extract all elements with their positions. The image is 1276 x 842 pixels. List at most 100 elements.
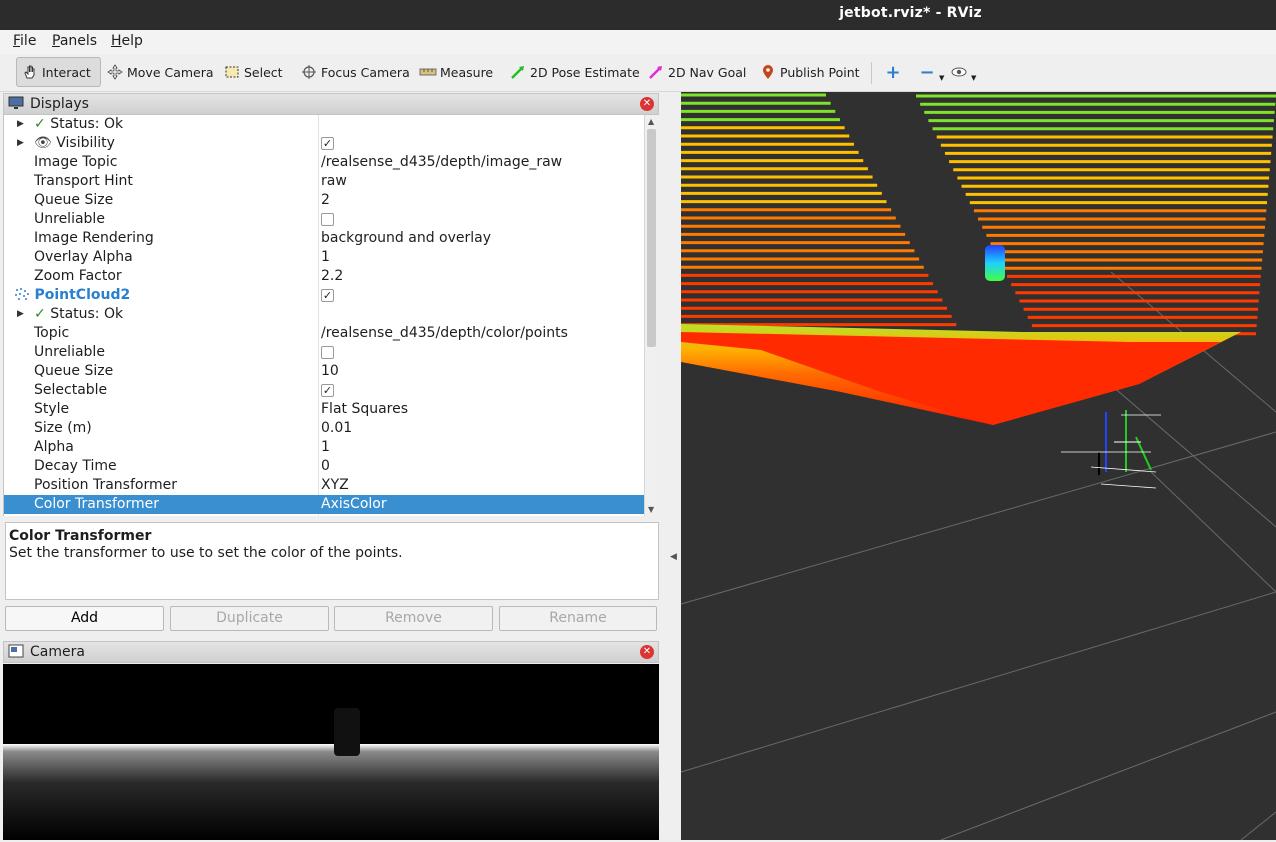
row-value[interactable]: background and overlay <box>321 229 491 248</box>
render-3d-view[interactable] <box>681 92 1276 840</box>
focus-camera-label: Focus Camera <box>321 64 410 80</box>
row-label: Unreliable <box>34 344 105 360</box>
expand-arrow-icon[interactable]: ▶ <box>17 115 24 134</box>
row-label: Unreliable <box>34 211 105 227</box>
displays-scrollbar[interactable]: ▲ ▼ <box>644 115 658 516</box>
collapse-arrow-icon[interactable]: ◀ <box>670 552 677 562</box>
window-titlebar: jetbot.rviz* - RViz <box>0 0 1276 30</box>
tree-row-unreliable[interactable]: Unreliable <box>4 210 644 229</box>
selectable-checkbox[interactable]: ✓ <box>321 384 334 397</box>
row-value[interactable]: Flat Squares <box>321 400 408 419</box>
row-value[interactable]: 2.2 <box>321 267 343 286</box>
tree-row-queue-size[interactable]: Queue Size 2 <box>4 191 644 210</box>
row-value[interactable]: XYZ <box>321 476 349 495</box>
duplicate-button[interactable]: Duplicate <box>170 606 329 631</box>
tree-row-size[interactable]: Size (m) 0.01 <box>4 419 644 438</box>
description-text: Set the transformer to use to set the co… <box>9 545 403 561</box>
tree-row-alpha[interactable]: Alpha 1 <box>4 438 644 457</box>
row-value[interactable]: AxisColor <box>321 495 387 514</box>
camera-panel-title: Camera <box>30 644 85 660</box>
row-value[interactable]: 0.01 <box>321 419 352 438</box>
tree-row-decay-time[interactable]: Decay Time 0 <box>4 457 644 476</box>
tree-row-pointcloud2[interactable]: PointCloud2 ✓ <box>4 286 644 305</box>
focus-camera-tool-button[interactable]: Focus Camera <box>296 57 414 87</box>
selection-box-icon <box>223 63 241 81</box>
measure-tool-button[interactable]: Measure <box>415 57 497 87</box>
row-value[interactable]: raw <box>321 172 347 191</box>
move-camera-tool-button[interactable]: Move Camera <box>102 57 218 87</box>
row-value[interactable]: /realsense_d435/depth/color/points <box>321 324 568 343</box>
panel-splitter[interactable]: ◀ <box>660 92 680 842</box>
chevron-down-icon: ▼ <box>939 74 945 82</box>
tool-toolbar: Interact Move Camera Select Focus Camera… <box>0 54 1276 92</box>
row-value[interactable]: 1 <box>321 438 330 457</box>
rename-button[interactable]: Rename <box>499 606 657 631</box>
menu-file[interactable]: File <box>13 33 36 49</box>
panels-visibility-tool-button[interactable]: ▼ <box>946 57 980 87</box>
displays-panel-header: Displays ✕ <box>3 93 659 115</box>
row-value[interactable]: 0 <box>321 457 330 476</box>
unreliable-checkbox[interactable] <box>321 346 334 359</box>
row-label: Position Transformer <box>34 477 177 493</box>
unreliable-checkbox[interactable] <box>321 213 334 226</box>
scrollbar-thumb[interactable] <box>647 129 656 347</box>
measure-label: Measure <box>440 64 494 80</box>
expand-arrow-icon[interactable]: ▶ <box>17 134 24 153</box>
row-value[interactable]: 2 <box>321 191 330 210</box>
tree-row-position-transformer[interactable]: Position Transformer XYZ <box>4 476 644 495</box>
menu-bar: File Panels Help <box>0 30 1276 54</box>
tree-row-selectable[interactable]: Selectable ✓ <box>4 381 644 400</box>
publish-point-tool-button[interactable]: Publish Point <box>755 57 864 87</box>
property-description: Color Transformer Set the transformer to… <box>5 522 659 600</box>
tree-row-status[interactable]: ▶ ✓ Status: Ok <box>4 305 644 324</box>
tree-row-visibility[interactable]: ▶ 👁 Visibility ✓ <box>4 134 644 153</box>
depth-image <box>3 664 659 840</box>
select-tool-button[interactable]: Select <box>219 57 287 87</box>
tree-row-status[interactable]: ▶ ✓ Status: Ok <box>4 115 644 134</box>
row-label: Topic <box>34 325 70 341</box>
close-icon[interactable]: ✕ <box>640 97 654 111</box>
visibility-checkbox[interactable]: ✓ <box>321 137 334 150</box>
select-label: Select <box>244 64 283 80</box>
interact-tool-button[interactable]: Interact <box>16 57 101 87</box>
tree-row-unreliable[interactable]: Unreliable <box>4 343 644 362</box>
displays-panel-title: Displays <box>30 96 89 112</box>
row-label: Transport Hint <box>34 173 133 189</box>
row-value[interactable]: 10 <box>321 362 339 381</box>
menu-panels[interactable]: Panels <box>52 33 97 49</box>
menu-help[interactable]: Help <box>111 33 143 49</box>
scroll-up-icon[interactable]: ▲ <box>648 117 654 126</box>
row-label: Queue Size <box>34 363 114 379</box>
scroll-down-icon[interactable]: ▼ <box>648 505 654 514</box>
pose-estimate-tool-button[interactable]: 2D Pose Estimate <box>505 57 644 87</box>
row-label: Alpha <box>34 439 74 455</box>
row-label: Selectable <box>34 382 108 398</box>
near-field-points <box>681 332 1221 425</box>
pointcloud2-enabled-checkbox[interactable]: ✓ <box>321 289 334 302</box>
remove-button[interactable]: Remove <box>334 606 493 631</box>
tree-row-zoom-factor[interactable]: Zoom Factor 2.2 <box>4 267 644 286</box>
nav-goal-tool-button[interactable]: 2D Nav Goal <box>643 57 750 87</box>
camera-image-view[interactable] <box>3 664 659 840</box>
tree-row-image-rendering[interactable]: Image Rendering background and overlay <box>4 229 644 248</box>
close-icon[interactable]: ✕ <box>640 645 654 659</box>
expand-arrow-icon[interactable]: ▶ <box>17 305 24 324</box>
eye-icon <box>950 63 968 81</box>
hand-icon <box>21 63 39 81</box>
tree-row-queue-size[interactable]: Queue Size 10 <box>4 362 644 381</box>
tree-row-transport-hint[interactable]: Transport Hint raw <box>4 172 644 191</box>
row-value[interactable]: 1 <box>321 248 330 267</box>
tree-row-overlay-alpha[interactable]: Overlay Alpha 1 <box>4 248 644 267</box>
tree-row-style[interactable]: Style Flat Squares <box>4 400 644 419</box>
tree-row-color-transformer[interactable]: Color Transformer AxisColor <box>4 495 644 514</box>
window-title: jetbot.rviz* - RViz <box>839 5 982 21</box>
displays-tree: ▶ ✓ Status: Ok ▶ 👁 Visibility ✓ Image To… <box>3 115 644 516</box>
tree-row-topic[interactable]: Topic /realsense_d435/depth/color/points <box>4 324 644 343</box>
row-value[interactable]: /realsense_d435/depth/image_raw <box>321 153 562 172</box>
focus-crosshair-icon <box>300 63 318 81</box>
add-button[interactable]: Add <box>5 606 164 631</box>
row-label: Zoom Factor <box>34 268 122 284</box>
remove-tool-button[interactable]: − ▼ <box>914 57 948 87</box>
tree-row-image-topic[interactable]: Image Topic /realsense_d435/depth/image_… <box>4 153 644 172</box>
add-tool-button[interactable]: + <box>880 57 906 87</box>
